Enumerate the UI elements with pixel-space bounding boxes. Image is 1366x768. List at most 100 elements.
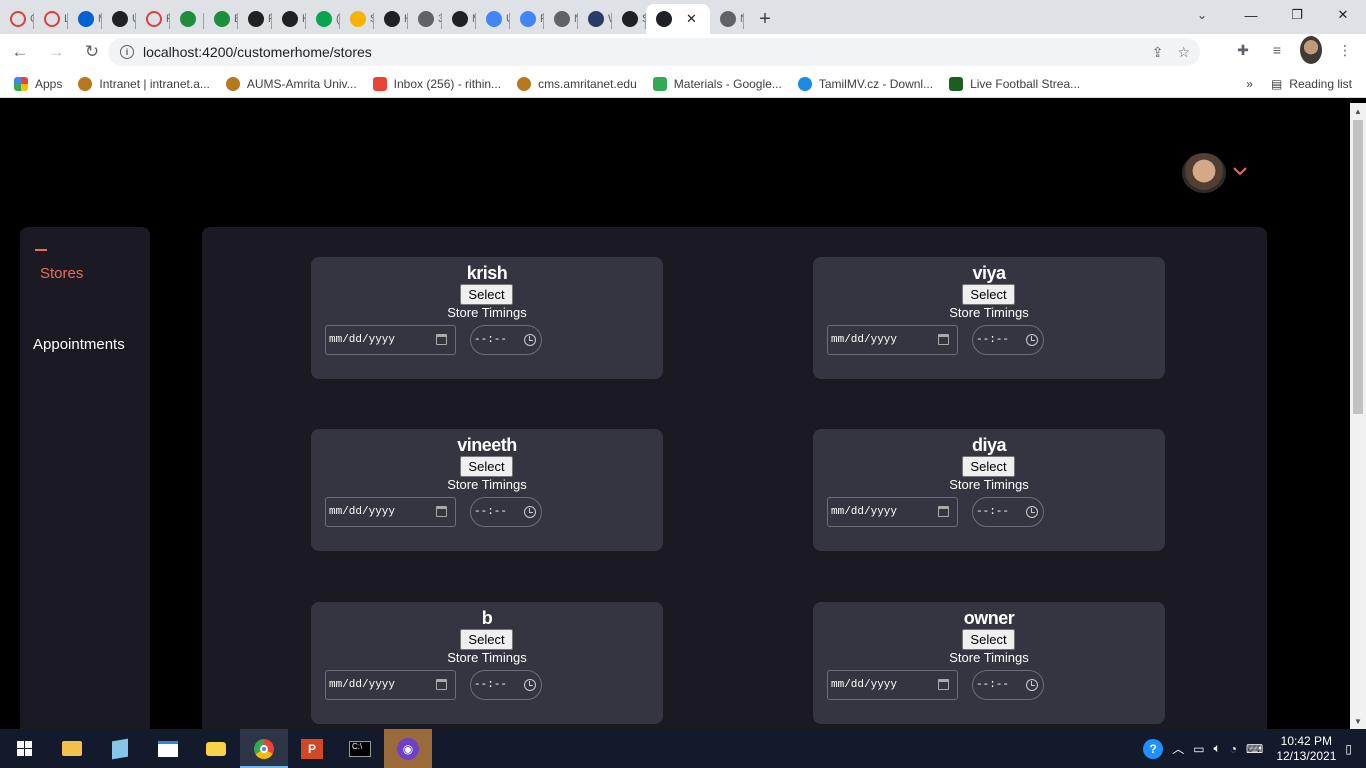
bookmark-item[interactable]: TamilMV.cz - Downl... xyxy=(797,76,933,91)
reading-list-button[interactable]: ▤ Reading list xyxy=(1271,77,1352,91)
bookmark-item[interactable]: Inbox (256) - rithin... xyxy=(372,76,501,91)
address-bar[interactable]: i localhost:4200/customerhome/stores ⇪ ☆ xyxy=(108,38,1200,66)
notifications-icon[interactable]: ▯ xyxy=(1345,742,1352,756)
forward-icon[interactable]: → xyxy=(40,36,72,68)
calendar-icon[interactable] xyxy=(938,506,949,517)
calendar-icon[interactable] xyxy=(938,334,949,345)
select-store-button[interactable]: Select xyxy=(962,629,1015,650)
time-input[interactable]: --:-- xyxy=(470,670,542,700)
tab-active[interactable]: ✕ xyxy=(646,4,710,34)
bookmark-item[interactable]: Live Football Strea... xyxy=(949,76,1080,91)
browser-tab[interactable]: M xyxy=(68,4,102,34)
clock-icon[interactable] xyxy=(1026,679,1038,691)
minimize-icon[interactable]: — xyxy=(1228,0,1274,30)
file-explorer-icon[interactable] xyxy=(48,729,96,768)
sidebar-item-stores[interactable]: Stores xyxy=(34,249,83,282)
close-tab-icon[interactable]: ✕ xyxy=(686,11,697,27)
date-input[interactable]: mm/dd/yyyy xyxy=(325,670,456,700)
calendar-icon[interactable] xyxy=(436,679,447,690)
time-input[interactable]: --:-- xyxy=(972,497,1044,527)
select-store-button[interactable]: Select xyxy=(962,284,1015,305)
tab-search-icon[interactable]: ⌄ xyxy=(1188,3,1216,27)
browser-tab[interactable]: Ur xyxy=(476,4,510,34)
scroll-up-icon[interactable]: ▲ xyxy=(1350,103,1366,119)
new-tab-icon[interactable]: + xyxy=(748,4,782,34)
browser-tab[interactable]: Ne xyxy=(544,4,578,34)
store-icon[interactable] xyxy=(144,729,192,768)
bookmark-item[interactable]: Intranet | intranet.a... xyxy=(78,76,210,91)
calendar-icon[interactable] xyxy=(436,506,447,517)
media-control-icon[interactable]: ≡ xyxy=(1266,36,1288,64)
date-input[interactable]: mm/dd/yyyy xyxy=(827,325,958,355)
browser-tab[interactable]: 3. xyxy=(408,4,442,34)
browser-tab[interactable]: Gr xyxy=(0,4,34,34)
browser-tab[interactable]: Ho xyxy=(272,4,306,34)
battery-icon[interactable]: ▭ xyxy=(1193,742,1204,756)
date-input[interactable]: mm/dd/yyyy xyxy=(827,670,958,700)
clock-icon[interactable] xyxy=(524,679,536,691)
sidebar-item-appointments[interactable]: Appointments xyxy=(33,336,125,353)
windows-start-icon[interactable] xyxy=(0,729,48,768)
browser-tab[interactable]: M xyxy=(442,4,476,34)
profile-avatar[interactable] xyxy=(1300,36,1322,64)
url-text[interactable]: localhost:4200/customerhome/stores xyxy=(143,44,372,60)
taskbar-clock[interactable]: 10:42 PM 12/13/2021 xyxy=(1276,734,1336,764)
site-info-icon[interactable]: i xyxy=(120,45,134,59)
terminal-icon[interactable]: C:\ xyxy=(336,729,384,768)
browser-tab[interactable]: Sa xyxy=(340,4,374,34)
reload-icon[interactable]: ↻ xyxy=(76,36,108,68)
scrollbar-thumb[interactable] xyxy=(1353,120,1363,414)
browser-tab[interactable]: Ho xyxy=(374,4,408,34)
select-store-button[interactable]: Select xyxy=(460,629,513,650)
time-input[interactable]: --:-- xyxy=(972,325,1044,355)
clock-icon[interactable] xyxy=(1026,506,1038,518)
browser-tab[interactable] xyxy=(170,4,204,34)
clock-icon[interactable] xyxy=(524,506,536,518)
powerpoint-icon[interactable]: P xyxy=(288,729,336,768)
browser-tab[interactable]: U xyxy=(102,4,136,34)
browser-tab[interactable]: Ev xyxy=(204,4,238,34)
select-store-button[interactable]: Select xyxy=(460,284,513,305)
browser-tab[interactable]: Pa xyxy=(136,4,170,34)
select-store-button[interactable]: Select xyxy=(962,456,1015,477)
maximize-icon[interactable]: ❐ xyxy=(1274,0,1320,30)
bookmark-item[interactable]: Apps xyxy=(14,76,62,91)
page-scrollbar[interactable]: ▲ ▼ xyxy=(1350,103,1366,729)
clock-icon[interactable] xyxy=(1026,334,1038,346)
calendar-icon[interactable] xyxy=(436,334,447,345)
scroll-down-icon[interactable]: ▼ xyxy=(1350,713,1366,729)
notebook-icon[interactable] xyxy=(96,729,144,768)
clock-icon[interactable] xyxy=(524,334,536,346)
share-icon[interactable]: ⇪ xyxy=(1152,44,1164,61)
more-bookmarks-icon[interactable]: » xyxy=(1246,77,1253,91)
browser-tab[interactable]: (3 xyxy=(306,4,340,34)
browser-tab[interactable]: Pr xyxy=(510,4,544,34)
date-input[interactable]: mm/dd/yyyy xyxy=(325,497,456,527)
chrome-icon[interactable] xyxy=(240,729,288,768)
back-icon[interactable]: ← xyxy=(4,36,36,68)
date-input[interactable]: mm/dd/yyyy xyxy=(827,497,958,527)
browser-tab[interactable]: Le xyxy=(34,4,68,34)
browser-tab[interactable]: Sa xyxy=(612,4,646,34)
tray-expand-icon[interactable]: ︿ xyxy=(1172,740,1184,757)
language-icon[interactable]: ⌨︎ xyxy=(1246,742,1263,756)
bookmark-item[interactable]: Materials - Google... xyxy=(652,76,782,91)
extensions-icon[interactable]: ✚ xyxy=(1232,36,1254,64)
bookmark-item[interactable]: cms.amritanet.edu xyxy=(517,76,637,91)
menu-icon[interactable]: ⋮ xyxy=(1334,36,1356,64)
wifi-icon[interactable]: ◔ xyxy=(1230,742,1237,756)
time-input[interactable]: --:-- xyxy=(470,325,542,355)
user-avatar[interactable] xyxy=(1182,153,1226,193)
select-store-button[interactable]: Select xyxy=(460,456,513,477)
browser-tab[interactable]: Ri xyxy=(238,4,272,34)
date-input[interactable]: mm/dd/yyyy xyxy=(325,325,456,355)
time-input[interactable]: --:-- xyxy=(470,497,542,527)
calendar-icon[interactable] xyxy=(938,679,949,690)
github-desktop-icon[interactable]: ◉ xyxy=(384,729,432,768)
photos-icon[interactable] xyxy=(192,729,240,768)
chevron-down-icon[interactable] xyxy=(1232,163,1248,179)
volume-icon[interactable]: 🔈︎ xyxy=(1214,741,1221,756)
bookmark-item[interactable]: AUMS-Amrita Univ... xyxy=(225,76,357,91)
browser-tab[interactable]: W xyxy=(578,4,612,34)
help-icon[interactable]: ? xyxy=(1143,738,1164,759)
